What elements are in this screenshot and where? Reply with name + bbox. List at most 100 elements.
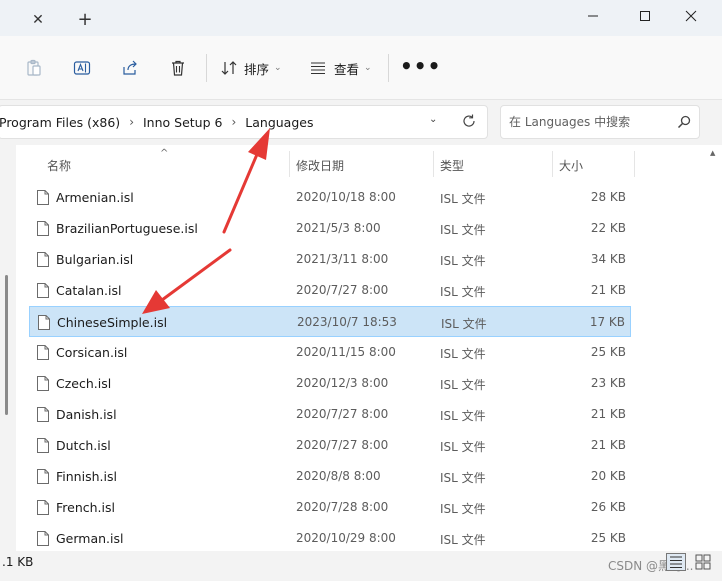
view-button[interactable]: 查看 ⌄ [310,56,372,80]
column-divider[interactable] [634,151,635,177]
file-row[interactable]: French.isl 2020/7/28 8:00 ISL 文件 26 KB [29,492,631,523]
file-modified-date: 2020/7/27 8:00 [296,407,389,421]
column-header-name[interactable]: 名称 [47,157,71,174]
share-icon[interactable] [120,58,140,78]
file-name[interactable]: French.isl [56,500,115,515]
search-box[interactable] [500,105,700,139]
file-size: 28 KB [590,190,626,204]
file-row[interactable]: Armenian.isl 2020/10/18 8:00 ISL 文件 28 KB [29,182,631,213]
file-row[interactable]: Dutch.isl 2020/7/27 8:00 ISL 文件 21 KB [29,430,631,461]
file-type: ISL 文件 [440,409,486,423]
file-name[interactable]: Bulgarian.isl [56,252,133,267]
file-row[interactable]: German.isl 2020/10/29 8:00 ISL 文件 25 KB [29,523,631,554]
file-name[interactable]: German.isl [56,531,124,546]
file-row[interactable]: BrazilianPortuguese.isl 2021/5/3 8:00 ISL … [29,213,631,244]
file-modified-date: 2020/8/8 8:00 [296,469,381,483]
file-row[interactable]: ChineseSimple.isl 2023/10/7 18:53 ISL 文件 17… [29,306,631,337]
more-options-button[interactable]: ••• [400,56,441,76]
file-size: 26 KB [590,500,626,514]
minimize-icon[interactable] [578,6,608,26]
sort-label: 排序 [244,61,270,77]
navigation-scrollbar[interactable] [5,275,8,415]
file-type: ISL 文件 [440,223,486,237]
breadcrumb-inno-setup[interactable]: Inno Setup 6 [143,115,222,130]
breadcrumb-program-files[interactable]: Program Files (x86) [0,115,120,130]
sort-button[interactable]: 排序 ⌄ [220,56,282,80]
file-row[interactable]: Danish.isl 2020/7/27 8:00 ISL 文件 21 KB [29,399,631,430]
breadcrumb-languages[interactable]: Languages [245,115,313,130]
delete-icon[interactable] [168,58,188,78]
file-row[interactable]: Catalan.isl 2020/7/27 8:00 ISL 文件 21 KB [29,275,631,306]
file-row[interactable]: Corsican.isl 2020/11/15 8:00 ISL 文件 25 KB [29,337,631,368]
file-size: 25 KB [590,345,626,359]
vertical-scrollbar[interactable]: ▲ [708,145,720,551]
file-type: ISL 文件 [440,254,486,268]
file-icon [37,531,49,546]
file-icon [37,190,49,205]
search-input[interactable] [509,113,669,131]
tiles-view-button[interactable] [694,553,712,571]
status-bar: .1 KB CSDN @黑马... [0,551,722,581]
file-name[interactable]: BrazilianPortuguese.isl [56,221,198,236]
file-type: ISL 文件 [440,533,486,547]
new-tab-icon[interactable]: + [76,11,94,29]
file-row[interactable]: Bulgarian.isl 2021/3/11 8:00 ISL 文件 34 KB [29,244,631,275]
file-name[interactable]: Danish.isl [56,407,117,422]
file-icon [37,500,49,515]
chevron-down-icon: ⌄ [274,63,282,73]
close-window-icon[interactable] [676,6,706,26]
chevron-down-icon: ⌄ [364,63,372,73]
file-icon [37,438,49,453]
file-size: 21 KB [590,283,626,297]
maximize-icon[interactable] [630,6,660,26]
file-size: 25 KB [590,531,626,545]
file-list: Armenian.isl 2020/10/18 8:00 ISL 文件 28 KB Br… [29,182,631,554]
address-history-chevron-icon[interactable]: ⌄ [429,114,437,125]
column-divider[interactable] [433,151,434,177]
file-name[interactable]: Catalan.isl [56,283,121,298]
file-modified-date: 2020/10/29 8:00 [296,531,396,545]
paste-icon[interactable] [24,58,44,78]
refresh-icon[interactable] [461,113,477,129]
column-divider[interactable] [552,151,553,177]
column-header-type[interactable]: 类型 [440,157,464,174]
file-icon [37,221,49,236]
command-bar: 排序 ⌄ 查看 ⌄ ••• [0,36,722,100]
file-modified-date: 2021/5/3 8:00 [296,221,381,235]
details-view-button[interactable] [666,553,686,571]
file-modified-date: 2020/7/28 8:00 [296,500,389,514]
scroll-up-arrow-icon[interactable]: ▲ [710,149,715,157]
details-view-icon [670,556,682,568]
breadcrumb-separator[interactable]: › [231,115,236,129]
toolbar-separator [388,54,389,82]
column-divider[interactable] [289,151,290,177]
breadcrumb-separator[interactable]: › [129,115,134,129]
file-size: 21 KB [590,407,626,421]
file-icon [37,252,49,267]
file-type: ISL 文件 [440,440,486,454]
file-row[interactable]: Czech.isl 2020/12/3 8:00 ISL 文件 23 KB [29,368,631,399]
column-header-size[interactable]: 大小 [559,157,583,174]
file-type: ISL 文件 [440,285,486,299]
file-size: 20 KB [590,469,626,483]
file-type: ISL 文件 [440,192,486,206]
file-modified-date: 2020/7/27 8:00 [296,283,389,297]
file-type: ISL 文件 [440,347,486,361]
rename-icon[interactable] [72,58,92,78]
file-name[interactable]: Finnish.isl [56,469,117,484]
file-name[interactable]: Corsican.isl [56,345,127,360]
file-name[interactable]: Armenian.isl [56,190,134,205]
file-name[interactable]: Dutch.isl [56,438,111,453]
file-row[interactable]: Finnish.isl 2020/8/8 8:00 ISL 文件 20 KB [29,461,631,492]
column-header-date[interactable]: 修改日期 [296,157,344,174]
search-icon[interactable] [677,115,691,129]
file-icon [37,469,49,484]
file-name[interactable]: ChineseSimple.isl [57,315,167,330]
file-modified-date: 2023/10/7 18:53 [297,315,397,329]
file-icon [37,407,49,422]
file-name[interactable]: Czech.isl [56,376,111,391]
file-type: ISL 文件 [440,471,486,485]
sort-icon [221,61,237,75]
close-tab-icon[interactable]: ✕ [30,12,46,28]
address-bar[interactable]: Program Files (x86) › Inno Setup 6 › Lan… [0,105,488,139]
